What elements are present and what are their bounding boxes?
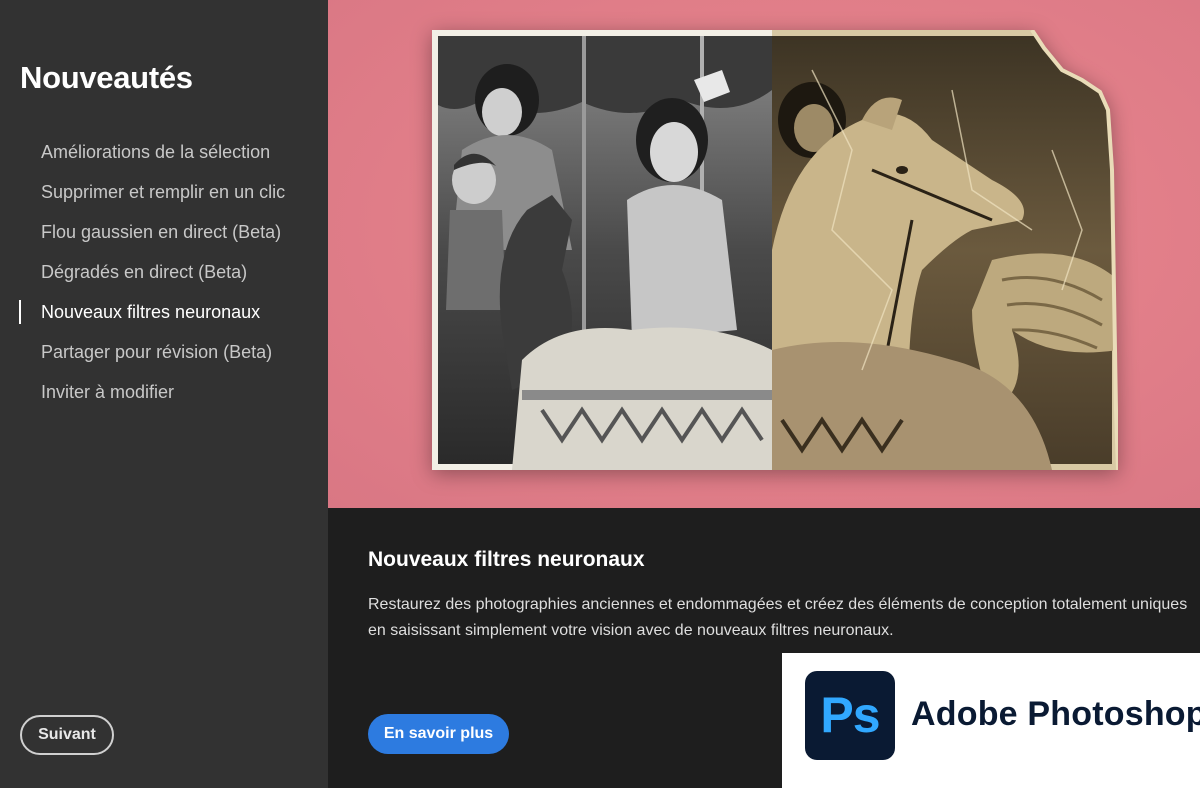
nav-item-selection-improvements[interactable]: Améliorations de la sélection: [0, 136, 328, 168]
learn-more-button[interactable]: En savoir plus: [368, 714, 509, 754]
nav-item-share-for-review[interactable]: Partager pour révision (Beta): [0, 336, 328, 368]
nav-item-invite-to-edit[interactable]: Inviter à modifier: [0, 376, 328, 408]
nav-item-neural-filters[interactable]: Nouveaux filtres neuronaux: [0, 296, 328, 328]
active-indicator: [19, 300, 21, 324]
next-button[interactable]: Suivant: [20, 715, 114, 755]
feature-description: Restaurez des photographies anciennes et…: [368, 596, 1188, 639]
hero-banner: [328, 0, 1200, 508]
brand-name: Adobe Photoshop: [911, 695, 1200, 733]
nav-item-label: Nouveaux filtres neuronaux: [41, 302, 261, 322]
whats-new-nav: Améliorations de la sélection Supprimer …: [0, 136, 328, 416]
feature-title: Nouveaux filtres neuronaux: [368, 548, 645, 571]
adobe-photoshop-logo: Ps Adobe Photoshop: [782, 653, 1200, 788]
nav-item-live-gradients[interactable]: Dégradés en direct (Beta): [0, 256, 328, 288]
nav-item-remove-and-fill[interactable]: Supprimer et remplir en un clic: [0, 176, 328, 208]
nav-item-live-gaussian-blur[interactable]: Flou gaussien en direct (Beta): [0, 216, 328, 248]
sidebar: Nouveautés Améliorations de la sélection…: [0, 0, 328, 788]
sidebar-title: Nouveautés: [20, 60, 193, 95]
restored-photo-comparison: [432, 30, 1118, 470]
carousel-photo-image: [432, 30, 1118, 470]
photoshop-app-icon: Ps: [805, 671, 895, 760]
photoshop-icon-letters: Ps: [820, 687, 880, 743]
